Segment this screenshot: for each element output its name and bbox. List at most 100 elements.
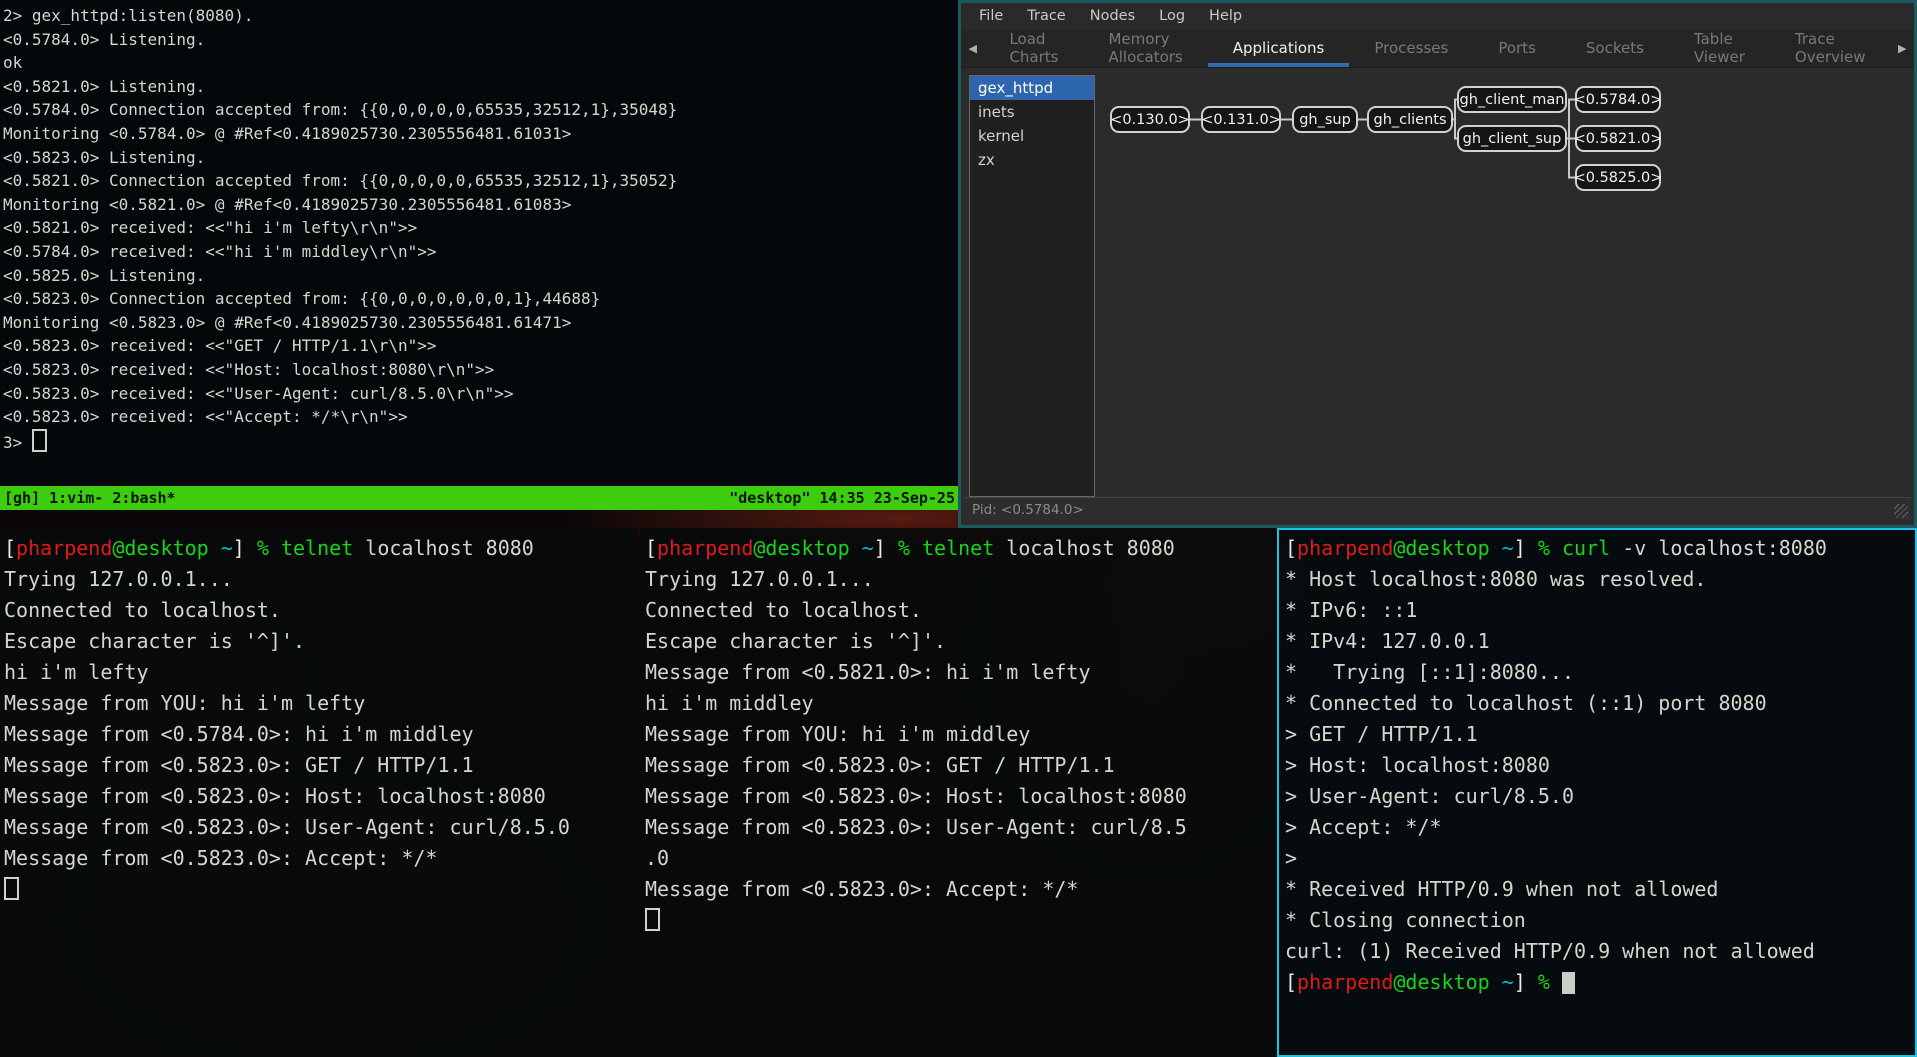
terminal-line: [pharpend@desktop ~] %: [1285, 967, 1915, 998]
cursor-hollow: [32, 429, 47, 452]
tab-trace-overview[interactable]: Trace Overview: [1770, 29, 1891, 67]
terminal-line: Message from YOU: hi i'm lefty: [4, 688, 637, 719]
terminal-line: Message from <0.5821.0>: hi i'm lefty: [645, 657, 1277, 688]
status-pid-label: Pid: <0.5784.0>: [972, 502, 1084, 518]
terminal-line: > User-Agent: curl/8.5.0: [1285, 781, 1915, 812]
curl-terminal-active[interactable]: [pharpend@desktop ~] % curl -v localhost…: [1277, 528, 1917, 1057]
terminal-line: <0.5784.0> received: <<"hi i'm middley\r…: [3, 240, 958, 264]
terminal-line: * Trying [::1]:8080...: [1285, 657, 1915, 688]
sidebar-item-gex-httpd[interactable]: gex_httpd: [970, 76, 1094, 100]
observer-applications-view: gex_httpdinetskernelzx <0.130.0> <0.131.0…: [964, 70, 1911, 497]
terminal-line: curl: (1) Received HTTP/0.9 when not all…: [1285, 936, 1915, 967]
terminal-line: Connected to localhost.: [645, 595, 1277, 626]
terminal-line: Message from <0.5784.0>: hi i'm middley: [4, 719, 637, 750]
terminal-line: Trying 127.0.0.1...: [4, 564, 637, 595]
cursor-hollow: [4, 877, 19, 900]
terminal-line: Message from <0.5823.0>: GET / HTTP/1.1: [645, 750, 1277, 781]
terminal-line: <0.5784.0> Listening.: [3, 28, 958, 52]
menu-file[interactable]: File: [967, 3, 1015, 29]
menu-help[interactable]: Help: [1197, 3, 1254, 29]
terminal-line: .0: [645, 843, 1277, 874]
terminal-line: [pharpend@desktop ~] % curl -v localhost…: [1285, 533, 1915, 564]
process-node-gh-sup[interactable]: gh_sup: [1292, 106, 1358, 133]
erlang-shell-terminal[interactable]: 2> gex_httpd:listen(8080).<0.5784.0> Lis…: [0, 0, 958, 486]
terminal-line: <0.5823.0> received: <<"Accept: */*\r\n"…: [3, 405, 958, 429]
tabs-scroll-right-icon[interactable]: ▶: [1891, 29, 1914, 67]
tmux-session-windows[interactable]: [gh] 1:vim- 2:bash*: [4, 486, 176, 510]
tab-table-viewer[interactable]: Table Viewer: [1669, 29, 1770, 67]
observer-window[interactable]: FileTraceNodesLogHelp ◀ Load ChartsMemor…: [958, 0, 1917, 528]
terminal-line: Monitoring <0.5823.0> @ #Ref<0.418902573…: [3, 311, 958, 335]
tmux-host-clock: "desktop" 14:35 23-Sep-25: [729, 486, 955, 510]
tab-applications[interactable]: Applications: [1208, 29, 1350, 67]
terminal-line: Trying 127.0.0.1...: [645, 564, 1277, 595]
process-node-0-5784-0[interactable]: <0.5784.0>: [1575, 86, 1661, 113]
terminal-line: * Received HTTP/0.9 when not allowed: [1285, 874, 1915, 905]
tmux-status-bar: [gh] 1:vim- 2:bash* "desktop" 14:35 23-S…: [0, 486, 958, 510]
process-node-0-130-0[interactable]: <0.130.0>: [1110, 106, 1190, 133]
terminal-line: hi i'm middley: [645, 688, 1277, 719]
terminal-line: Message from <0.5823.0>: Accept: */*: [645, 874, 1277, 905]
terminal-line: Escape character is '^]'.: [4, 626, 637, 657]
telnet-lefty-terminal[interactable]: [pharpend@desktop ~] % telnet localhost …: [0, 528, 637, 1057]
terminal-line: Monitoring <0.5821.0> @ #Ref<0.418902573…: [3, 193, 958, 217]
process-node-0-131-0[interactable]: <0.131.0>: [1201, 106, 1281, 133]
observer-status-bar: Pid: <0.5784.0>: [964, 497, 1911, 522]
terminal-line: [pharpend@desktop ~] % telnet localhost …: [4, 533, 637, 564]
telnet-middley-terminal[interactable]: [pharpend@desktop ~] % telnet localhost …: [641, 528, 1277, 1057]
terminal-line: * Host localhost:8080 was resolved.: [1285, 564, 1915, 595]
tab-ports[interactable]: Ports: [1473, 29, 1561, 67]
terminal-line: 2> gex_httpd:listen(8080).: [3, 4, 958, 28]
terminal-line: ok: [3, 51, 958, 75]
process-node-gh-client-man[interactable]: gh_client_man: [1457, 86, 1567, 113]
cursor-hollow: [645, 908, 660, 931]
terminal-line: Escape character is '^]'.: [645, 626, 1277, 657]
observer-tabbar: ◀ Load ChartsMemory AllocatorsApplicatio…: [961, 29, 1914, 68]
tab-memory-allocators[interactable]: Memory Allocators: [1083, 29, 1207, 67]
terminal-line: [pharpend@desktop ~] % telnet localhost …: [645, 533, 1277, 564]
terminal-line: [645, 905, 1277, 936]
terminal-line: <0.5784.0> Connection accepted from: {{0…: [3, 98, 958, 122]
terminal-line: * IPv6: ::1: [1285, 595, 1915, 626]
menu-log[interactable]: Log: [1147, 3, 1197, 29]
sidebar-item-inets[interactable]: inets: [970, 100, 1094, 124]
terminal-line: Message from <0.5823.0>: Host: localhost…: [4, 781, 637, 812]
applications-list: gex_httpdinetskernelzx: [969, 75, 1095, 497]
terminal-line: <0.5823.0> received: <<"GET / HTTP/1.1\r…: [3, 334, 958, 358]
terminal-line: * Closing connection: [1285, 905, 1915, 936]
terminal-line: Monitoring <0.5784.0> @ #Ref<0.418902573…: [3, 122, 958, 146]
terminal-line: > GET / HTTP/1.1: [1285, 719, 1915, 750]
tabs-scroll-left-icon[interactable]: ◀: [961, 29, 984, 67]
process-node-gh-client-sup[interactable]: gh_client_sup: [1457, 125, 1567, 152]
menu-nodes[interactable]: Nodes: [1078, 3, 1147, 29]
terminal-line: Connected to localhost.: [4, 595, 637, 626]
terminal-line: Message from <0.5823.0>: Accept: */*: [4, 843, 637, 874]
terminal-line: Message from YOU: hi i'm middley: [645, 719, 1277, 750]
tab-processes[interactable]: Processes: [1349, 29, 1473, 67]
menu-trace[interactable]: Trace: [1015, 3, 1077, 29]
tab-load-charts[interactable]: Load Charts: [984, 29, 1083, 67]
terminal-line: * IPv4: 127.0.0.1: [1285, 626, 1915, 657]
sidebar-item-kernel[interactable]: kernel: [970, 124, 1094, 148]
sidebar-item-zx[interactable]: zx: [970, 148, 1094, 172]
process-node-gh-clients[interactable]: gh_clients: [1367, 106, 1453, 133]
terminal-line: <0.5825.0> Listening.: [3, 264, 958, 288]
terminal-line: <0.5821.0> Listening.: [3, 75, 958, 99]
process-node-0-5821-0[interactable]: <0.5821.0>: [1575, 125, 1661, 152]
observer-menubar: FileTraceNodesLogHelp: [961, 3, 1914, 29]
terminal-line: <0.5821.0> received: <<"hi i'm lefty\r\n…: [3, 216, 958, 240]
process-node-0-5825-0[interactable]: <0.5825.0>: [1575, 164, 1661, 191]
terminal-line: Message from <0.5823.0>: User-Agent: cur…: [4, 812, 637, 843]
supervision-tree-canvas: <0.130.0> <0.131.0> gh_sup gh_clientsgh_cli…: [1100, 70, 1911, 497]
window-resize-grip[interactable]: [1894, 504, 1908, 518]
terminal-line: >: [1285, 843, 1915, 874]
terminal-line: > Accept: */*: [1285, 812, 1915, 843]
desktop: 2> gex_httpd:listen(8080).<0.5784.0> Lis…: [0, 0, 1917, 1057]
terminal-line: [4, 874, 637, 905]
cursor-block: [1562, 972, 1575, 994]
tab-sockets[interactable]: Sockets: [1561, 29, 1669, 67]
terminal-line: hi i'm lefty: [4, 657, 637, 688]
terminal-line: Message from <0.5823.0>: User-Agent: cur…: [645, 812, 1277, 843]
terminal-line: > Host: localhost:8080: [1285, 750, 1915, 781]
terminal-line: <0.5823.0> received: <<"Host: localhost:…: [3, 358, 958, 382]
